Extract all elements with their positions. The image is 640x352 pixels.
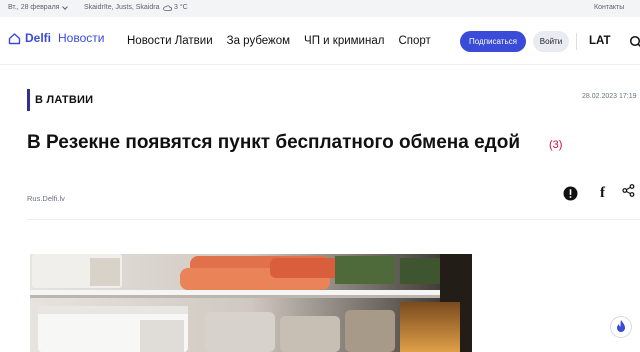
category-label: В ЛАТВИИ bbox=[35, 94, 94, 106]
nav-item-crime[interactable]: ЧП и криминал bbox=[304, 35, 384, 47]
date-selector[interactable]: Вт., 28 февраля bbox=[8, 3, 69, 11]
site-logo[interactable]: Delfi Новости bbox=[8, 31, 104, 45]
nav-item-latvia[interactable]: Новости Латвии bbox=[127, 35, 213, 47]
facebook-icon[interactable]: f bbox=[600, 185, 605, 202]
home-icon bbox=[8, 32, 21, 44]
fire-badge-icon[interactable] bbox=[610, 316, 632, 338]
category-marker bbox=[27, 89, 30, 111]
search-icon[interactable] bbox=[629, 35, 640, 49]
brand-name: Delfi bbox=[25, 31, 52, 45]
namedays: Skaidrīte, Justs, Skaidra bbox=[84, 4, 160, 11]
fridge-photo bbox=[30, 254, 472, 352]
main-nav: Новости Латвии За рубежом ЧП и криминал … bbox=[127, 35, 445, 47]
subscribe-button[interactable]: Подписаться bbox=[460, 31, 526, 52]
language-switch[interactable]: LAT bbox=[589, 35, 611, 47]
header-divider bbox=[576, 33, 577, 50]
comments-count[interactable]: (3) bbox=[549, 139, 562, 151]
nav-item-abroad[interactable]: За рубежом bbox=[227, 35, 290, 47]
article-source[interactable]: Rus.Delfi.lv bbox=[27, 194, 65, 203]
article-image[interactable] bbox=[30, 254, 472, 352]
login-button[interactable]: Войти bbox=[533, 31, 569, 52]
chevron-down-icon bbox=[62, 3, 69, 10]
report-icon[interactable] bbox=[563, 186, 578, 201]
site-header: Delfi Новости Новости Латвии За рубежом … bbox=[0, 17, 640, 65]
meta-divider bbox=[27, 219, 640, 220]
cloud-icon bbox=[163, 4, 172, 11]
temperature: 3 °C bbox=[174, 4, 188, 11]
contacts-link[interactable]: Контакты bbox=[594, 4, 624, 11]
publish-date: 28.02.2023 17:19 bbox=[582, 93, 637, 100]
article-title: В Резекне появятся пункт бесплатного обм… bbox=[27, 132, 521, 153]
utility-bar: Вт., 28 февраля Skaidrīte, Justs, Skaidr… bbox=[0, 0, 640, 17]
weather: 3 °C bbox=[163, 4, 188, 11]
brand-section: Новости bbox=[58, 31, 105, 45]
share-icon[interactable] bbox=[622, 184, 635, 197]
article-category[interactable]: В ЛАТВИИ bbox=[27, 89, 93, 111]
current-date: Вт., 28 февраля bbox=[8, 4, 60, 11]
nav-item-sport[interactable]: Спорт bbox=[398, 35, 430, 47]
